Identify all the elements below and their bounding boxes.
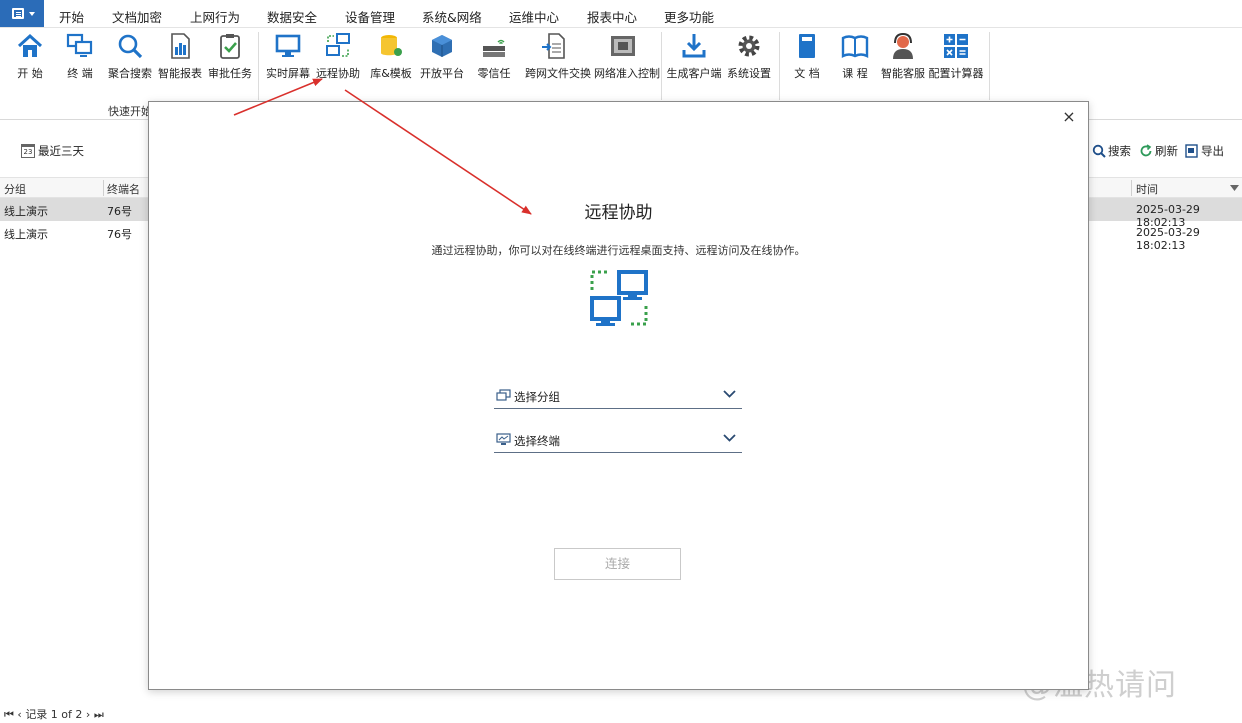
- column-header-group[interactable]: 分组: [4, 181, 26, 197]
- group-icon: [496, 389, 511, 401]
- menu-tab-bar: 开始 文档加密 上网行为 数据安全 设备管理 系统&网络 运维中心 报表中心 更…: [0, 0, 1242, 30]
- sort-down-icon[interactable]: [1230, 185, 1239, 191]
- search-icon: [1092, 144, 1106, 158]
- ribbon-cross-network-file-button[interactable]: 跨网文件交换: [525, 32, 591, 84]
- router-icon: [483, 39, 505, 57]
- date-filter-button[interactable]: 23 最近三天: [21, 143, 84, 159]
- cell-terminal: 76号: [107, 228, 132, 241]
- ribbon-generate-client-button[interactable]: 生成客户端: [665, 32, 723, 84]
- tab-document-encryption[interactable]: 文档加密: [112, 7, 162, 26]
- tab-more-features[interactable]: 更多功能: [664, 7, 714, 26]
- ribbon-separator: [989, 32, 990, 100]
- calculator-icon: [944, 34, 968, 58]
- first-page-icon[interactable]: ⏮: [4, 708, 14, 721]
- export-button[interactable]: 导出: [1185, 143, 1224, 159]
- book-icon: [799, 34, 815, 58]
- remote-assist-icon: [326, 33, 350, 57]
- tab-start[interactable]: 开始: [59, 7, 85, 30]
- column-divider[interactable]: [103, 180, 104, 196]
- ribbon-zero-trust-button[interactable]: 零信任: [465, 32, 523, 84]
- dialog-title: 远程协助: [584, 203, 653, 223]
- cell-time: 2025-03-29 18:02:13: [1136, 226, 1200, 252]
- open-book-icon: [841, 35, 869, 58]
- caret-down-icon: [29, 12, 35, 16]
- cell-group: 线上演示: [4, 205, 48, 218]
- select-terminal-dropdown[interactable]: 选择终端: [494, 427, 742, 453]
- chevron-down-icon: [723, 390, 736, 398]
- remote-assist-dialog: × 远程协助 通过远程协助，你可以对在线终端进行远程桌面支持、远程访问及在线协作…: [148, 101, 1089, 690]
- database-icon: [381, 35, 402, 56]
- ribbon-group-caption: 快速开始: [108, 105, 152, 118]
- ribbon-network-access-button[interactable]: 网络准入控制: [594, 32, 660, 84]
- gear-icon: [738, 35, 760, 57]
- tab-data-security[interactable]: 数据安全: [267, 7, 317, 26]
- ribbon-remote-assist-button[interactable]: 远程协助: [309, 32, 367, 84]
- chevron-down-icon: [723, 434, 736, 442]
- search-button[interactable]: 搜索: [1092, 143, 1131, 159]
- column-divider[interactable]: [1131, 180, 1132, 196]
- tab-internet-behavior[interactable]: 上网行为: [190, 7, 240, 26]
- connect-button[interactable]: 连接: [554, 548, 681, 580]
- cell-group: 线上演示: [4, 228, 48, 241]
- tab-device-management[interactable]: 设备管理: [345, 7, 395, 26]
- refresh-button[interactable]: 刷新: [1139, 143, 1178, 159]
- report-icon: [171, 33, 190, 59]
- app-menu-icon: [12, 8, 24, 19]
- ribbon-smart-support-button[interactable]: 智能客服: [874, 32, 932, 84]
- select-group-dropdown[interactable]: 选择分组: [494, 383, 742, 409]
- tab-ops-center[interactable]: 运维中心: [509, 7, 559, 26]
- refresh-icon: [1140, 144, 1152, 157]
- terminals-icon: [66, 33, 93, 57]
- date-filter-label: 最近三天: [38, 144, 84, 158]
- terminal-icon: [496, 433, 511, 445]
- headset-agent-icon: [893, 32, 913, 59]
- calendar-icon: 23: [21, 144, 35, 158]
- app-menu-button[interactable]: [0, 0, 44, 27]
- ribbon-library-template-button[interactable]: 库&模板: [362, 32, 420, 84]
- column-header-time[interactable]: 时间: [1136, 181, 1158, 197]
- cell-terminal: 76号: [107, 205, 132, 218]
- ribbon-approval-task-button[interactable]: 审批任务: [201, 32, 259, 84]
- monitor-icon: [275, 34, 301, 57]
- ribbon-config-calculator-button[interactable]: 配置计算器: [927, 32, 985, 84]
- search-icon: [118, 34, 143, 59]
- clipboard-check-icon: [220, 34, 240, 59]
- pager: ⏮ ‹ 记录 1 of 2 › ⏭: [4, 706, 104, 722]
- select-group-placeholder: 选择分组: [514, 390, 560, 404]
- tab-system-network[interactable]: 系统&网络: [422, 7, 482, 26]
- ribbon-open-platform-button[interactable]: 开放平台: [413, 32, 471, 84]
- select-terminal-placeholder: 选择终端: [514, 434, 560, 448]
- network-port-icon: [611, 36, 635, 56]
- pager-text: 记录 1 of 2: [25, 708, 83, 721]
- cube-icon: [432, 35, 452, 57]
- column-header-terminal[interactable]: 终端名: [107, 181, 140, 197]
- file-transfer-icon: [542, 33, 565, 59]
- ribbon-system-settings-button[interactable]: 系统设置: [720, 32, 778, 84]
- prev-page-icon[interactable]: ‹: [17, 708, 21, 721]
- export-icon: [1185, 144, 1198, 158]
- last-page-icon[interactable]: ⏭: [94, 708, 104, 721]
- dialog-description: 通过远程协助，你可以对在线终端进行远程桌面支持、远程访问及在线协作。: [431, 244, 806, 257]
- home-icon: [17, 33, 43, 57]
- remote-desktop-illustration: [590, 270, 648, 326]
- ribbon-separator: [661, 32, 662, 100]
- next-page-icon[interactable]: ›: [86, 708, 90, 721]
- close-button[interactable]: ×: [1061, 109, 1077, 125]
- tab-report-center[interactable]: 报表中心: [587, 7, 637, 26]
- download-icon: [682, 34, 706, 58]
